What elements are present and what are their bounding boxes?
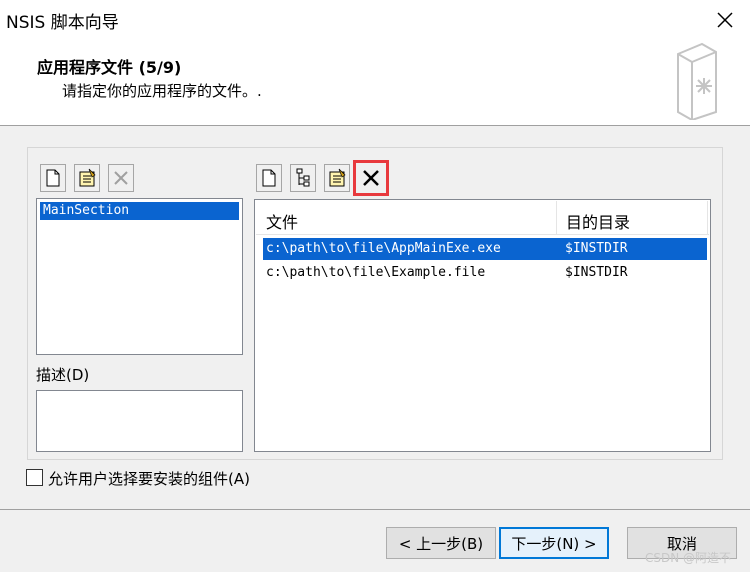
files-list-view[interactable]: 文件 目的目录 c:\path\to\file\AppMainExe.exe $… — [254, 199, 711, 452]
close-icon — [717, 12, 733, 28]
footer-separator — [0, 509, 750, 510]
wizard-icon — [329, 168, 346, 187]
list-column-header: 文件 目的目录 — [256, 201, 709, 235]
table-row[interactable]: c:\path\to\file\AppMainExe.exe $INSTDIR — [263, 238, 707, 260]
add-file-button[interactable] — [256, 164, 282, 192]
file-path-cell: c:\path\to\file\AppMainExe.exe — [266, 241, 501, 256]
add-section-button[interactable] — [40, 164, 66, 192]
back-button[interactable]: < 上一步(B) — [386, 527, 496, 559]
column-header-file[interactable]: 文件 — [266, 209, 298, 233]
description-box — [36, 390, 243, 452]
new-file-icon — [262, 169, 276, 187]
next-button[interactable]: 下一步(N) > — [499, 527, 609, 559]
page-title: 应用程序文件 (5/9) — [37, 58, 182, 77]
file-wizard-button[interactable] — [324, 164, 350, 192]
destination-cell: $INSTDIR — [565, 241, 628, 256]
allow-select-components-label[interactable]: 允许用户选择要安装的组件(A) — [48, 468, 250, 489]
column-divider[interactable] — [556, 201, 557, 235]
delete-icon — [114, 171, 128, 185]
wizard-icon — [79, 168, 96, 187]
sections-list[interactable]: MainSection — [36, 198, 243, 355]
page-subtitle: 请指定你的应用程序的文件。. — [62, 82, 262, 100]
list-item[interactable]: MainSection — [40, 202, 239, 220]
close-button[interactable] — [706, 5, 742, 33]
table-row[interactable]: c:\path\to\file\Example.file $INSTDIR — [263, 262, 707, 284]
new-file-icon — [46, 169, 60, 187]
section-wizard-button[interactable] — [74, 164, 100, 192]
file-path-cell: c:\path\to\file\Example.file — [266, 265, 486, 280]
installer-book-icon — [672, 40, 722, 122]
delete-file-button[interactable] — [353, 160, 389, 196]
allow-select-components-checkbox[interactable] — [26, 469, 43, 486]
delete-icon — [363, 170, 379, 186]
wizard-header: 应用程序文件 (5/9) 请指定你的应用程序的文件。. — [0, 38, 750, 126]
column-header-destination[interactable]: 目的目录 — [566, 209, 630, 233]
destination-cell: $INSTDIR — [565, 265, 628, 280]
window-title: NSIS 脚本向导 — [6, 13, 119, 33]
description-label: 描述(D) — [36, 366, 90, 384]
add-directory-button[interactable] — [290, 164, 316, 192]
tree-icon — [296, 168, 310, 187]
column-divider[interactable] — [707, 201, 708, 235]
delete-section-button[interactable] — [108, 164, 134, 192]
watermark: CSDN @阿造不 — [645, 551, 732, 565]
